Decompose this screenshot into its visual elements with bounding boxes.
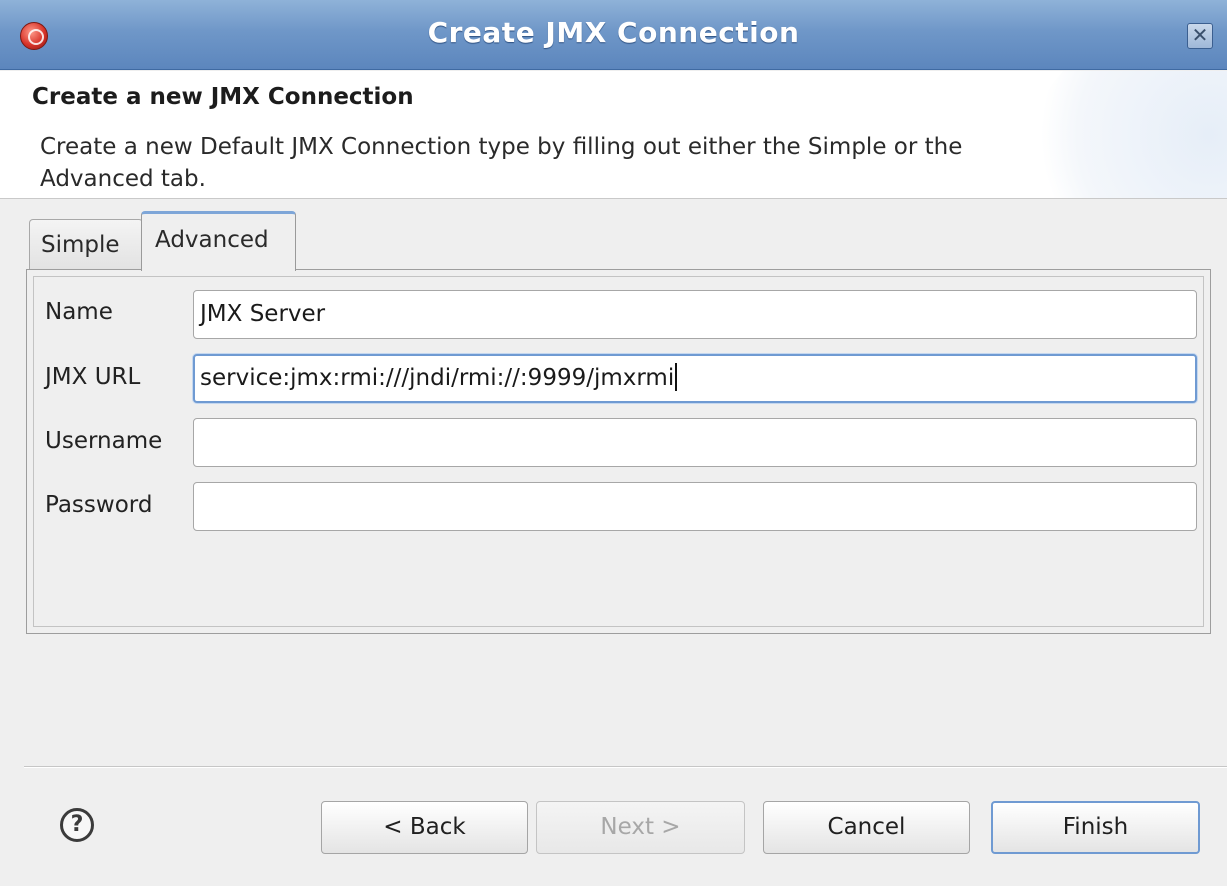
window-title: Create JMX Connection	[427, 16, 800, 49]
help-icon[interactable]: ?	[60, 808, 94, 842]
finish-button[interactable]: Finish	[991, 801, 1200, 854]
jmx-url-label: JMX URL	[45, 364, 141, 390]
next-button[interactable]: Next >	[536, 801, 745, 854]
header-decoration	[1027, 71, 1227, 198]
cancel-button[interactable]: Cancel	[763, 801, 970, 854]
tab-simple[interactable]: Simple	[29, 219, 143, 270]
page-description: Create a new Default JMX Connection type…	[40, 134, 963, 192]
name-label: Name	[45, 299, 113, 325]
footer-separator	[24, 766, 1227, 768]
name-value: JMX Server	[200, 301, 326, 327]
username-label: Username	[45, 428, 163, 454]
title-bar: Create JMX Connection ✕	[0, 0, 1227, 70]
jmx-url-field[interactable]: service:jmx:rmi:///jndi/rmi://:9999/jmxr…	[193, 354, 1197, 403]
close-icon[interactable]: ✕	[1187, 23, 1213, 49]
tab-advanced[interactable]: Advanced	[141, 211, 296, 271]
page-title: Create a new JMX Connection	[32, 84, 414, 110]
name-field[interactable]: JMX Server	[193, 290, 1197, 339]
wizard-header: Create a new JMX Connection Create a new…	[0, 71, 1227, 199]
username-field[interactable]	[193, 418, 1197, 467]
password-field[interactable]	[193, 482, 1197, 531]
back-button[interactable]: < Back	[321, 801, 528, 854]
password-label: Password	[45, 492, 153, 518]
jmx-url-value: service:jmx:rmi:///jndi/rmi://:9999/jmxr…	[200, 365, 675, 391]
text-caret	[675, 363, 678, 391]
